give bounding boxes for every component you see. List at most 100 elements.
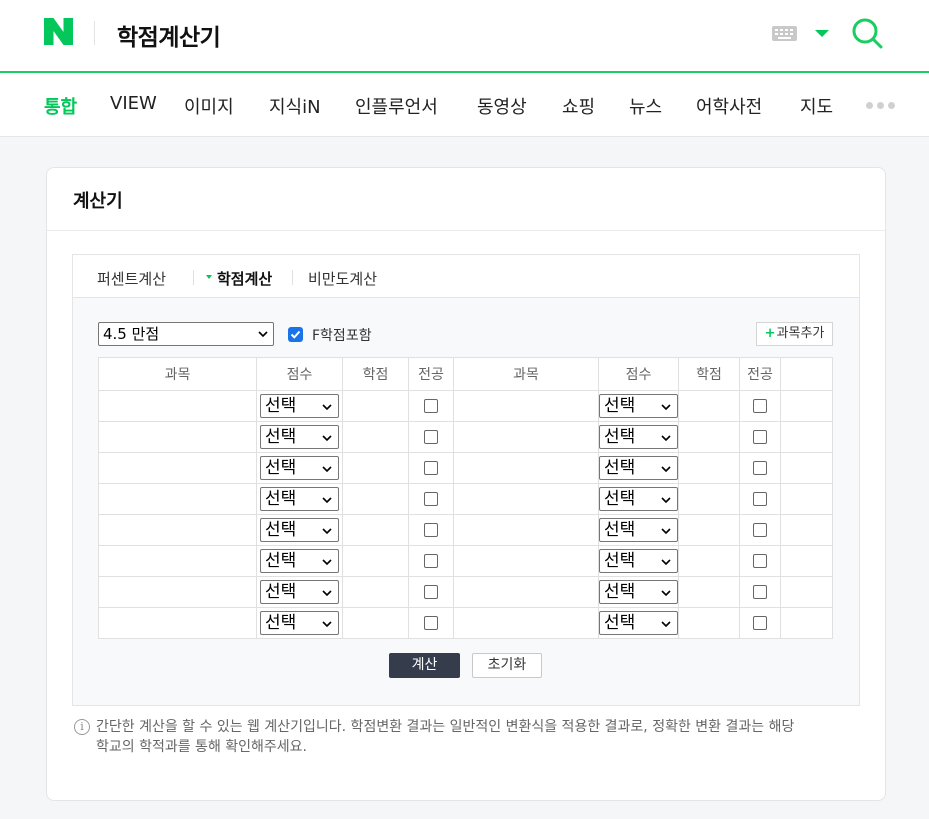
tab-dictionary[interactable]: 어학사전 xyxy=(696,93,762,119)
major-checkbox[interactable] xyxy=(424,492,438,506)
subject-input-cell[interactable] xyxy=(453,421,599,453)
tab-view[interactable]: VIEW xyxy=(110,93,157,114)
subject-input-cell[interactable] xyxy=(98,390,257,422)
subject-input-cell[interactable] xyxy=(98,452,257,484)
search-icon[interactable] xyxy=(851,17,883,49)
grade-select[interactable]: 선택 xyxy=(599,549,678,573)
major-cell xyxy=(739,421,781,453)
subject-input-cell[interactable] xyxy=(453,483,599,515)
major-checkbox[interactable] xyxy=(753,430,767,444)
grade-select[interactable]: 선택 xyxy=(260,549,339,573)
grade-select-value: 선택 xyxy=(265,551,297,571)
grade-select[interactable]: 선택 xyxy=(260,456,339,480)
major-checkbox[interactable] xyxy=(424,585,438,599)
add-subject-button[interactable]: +과목추가 xyxy=(756,322,833,346)
credit-input-cell[interactable] xyxy=(678,483,740,515)
major-checkbox[interactable] xyxy=(753,585,767,599)
credit-input-cell[interactable] xyxy=(678,607,740,639)
credit-input-cell[interactable] xyxy=(678,545,740,577)
credit-input-cell[interactable] xyxy=(678,421,740,453)
search-query-text[interactable]: 학점계산기 xyxy=(117,18,221,52)
major-checkbox[interactable] xyxy=(424,616,438,630)
table-header-row: 과목 점수 학점 전공 과목 점수 학점 전공 xyxy=(98,357,833,391)
grade-scale-select[interactable]: 4.5 만점 xyxy=(98,322,274,346)
credit-input-cell[interactable] xyxy=(342,452,409,484)
tab-percent-calc[interactable]: 퍼센트계산 xyxy=(97,268,166,289)
major-checkbox[interactable] xyxy=(753,616,767,630)
credit-input-cell[interactable] xyxy=(342,390,409,422)
grade-select[interactable]: 선택 xyxy=(260,425,339,449)
subject-input-cell[interactable] xyxy=(453,576,599,608)
tab-news[interactable]: 뉴스 xyxy=(629,93,662,119)
subject-input-cell[interactable] xyxy=(453,607,599,639)
tab-images[interactable]: 이미지 xyxy=(184,93,234,119)
grade-select[interactable]: 선택 xyxy=(599,487,678,511)
major-checkbox[interactable] xyxy=(424,554,438,568)
subject-input-cell[interactable] xyxy=(98,545,257,577)
reset-button[interactable]: 초기화 xyxy=(472,653,542,678)
tab-video[interactable]: 동영상 xyxy=(477,93,527,119)
calculate-button[interactable]: 계산 xyxy=(389,653,460,678)
grade-select[interactable]: 선택 xyxy=(260,580,339,604)
column-header-credit: 학점 xyxy=(342,357,409,391)
grade-select[interactable]: 선택 xyxy=(260,611,339,635)
table-row: 선택 선택 xyxy=(98,514,833,546)
grade-select[interactable]: 선택 xyxy=(599,425,678,449)
more-icon[interactable] xyxy=(866,102,896,110)
major-checkbox[interactable] xyxy=(424,461,438,475)
plus-icon: + xyxy=(764,326,776,341)
grade-select[interactable]: 선택 xyxy=(599,394,678,418)
grade-select[interactable]: 선택 xyxy=(599,580,678,604)
subject-input-cell[interactable] xyxy=(453,514,599,546)
grade-select[interactable]: 선택 xyxy=(260,518,339,542)
grade-select[interactable]: 선택 xyxy=(599,611,678,635)
f-grade-label[interactable]: F학점포함 xyxy=(312,325,372,345)
credit-input-cell[interactable] xyxy=(342,483,409,515)
tab-grade-calc[interactable]: 학점계산 xyxy=(217,268,272,289)
tab-shopping[interactable]: 쇼핑 xyxy=(562,93,595,119)
subject-input-cell[interactable] xyxy=(98,514,257,546)
credit-input-cell[interactable] xyxy=(678,576,740,608)
table-row: 선택 선택 xyxy=(98,452,833,484)
credit-input-cell[interactable] xyxy=(678,514,740,546)
credit-input-cell[interactable] xyxy=(342,607,409,639)
subject-input-cell[interactable] xyxy=(98,576,257,608)
major-checkbox[interactable] xyxy=(424,523,438,537)
major-checkbox[interactable] xyxy=(753,461,767,475)
blank-cell xyxy=(780,483,833,515)
credit-input-cell[interactable] xyxy=(342,576,409,608)
grade-select[interactable]: 선택 xyxy=(599,456,678,480)
subject-input-cell[interactable] xyxy=(98,483,257,515)
active-tab-marker-icon xyxy=(206,275,212,279)
subject-input-cell[interactable] xyxy=(453,390,599,422)
credit-input-cell[interactable] xyxy=(678,390,740,422)
subject-input-cell[interactable] xyxy=(453,545,599,577)
f-grade-checkbox[interactable] xyxy=(288,327,303,342)
subject-input-cell[interactable] xyxy=(98,607,257,639)
keyboard-icon[interactable] xyxy=(772,26,797,41)
major-checkbox[interactable] xyxy=(424,399,438,413)
credit-input-cell[interactable] xyxy=(342,514,409,546)
naver-logo[interactable] xyxy=(44,18,73,45)
grade-select[interactable]: 선택 xyxy=(260,487,339,511)
chevron-down-icon[interactable] xyxy=(815,30,829,37)
tab-integrated[interactable]: 통합 xyxy=(44,93,77,119)
grade-select[interactable]: 선택 xyxy=(599,518,678,542)
subject-input-cell[interactable] xyxy=(98,421,257,453)
grade-select-value: 선택 xyxy=(604,489,636,509)
major-checkbox[interactable] xyxy=(753,492,767,506)
subject-input-cell[interactable] xyxy=(453,452,599,484)
tab-knowledge-in[interactable]: 지식iN xyxy=(269,93,321,119)
tab-bmi-calc[interactable]: 비만도계산 xyxy=(308,268,377,289)
major-checkbox[interactable] xyxy=(753,523,767,537)
grade-select-value: 선택 xyxy=(265,613,297,633)
major-checkbox[interactable] xyxy=(424,430,438,444)
credit-input-cell[interactable] xyxy=(342,545,409,577)
major-checkbox[interactable] xyxy=(753,554,767,568)
major-checkbox[interactable] xyxy=(753,399,767,413)
credit-input-cell[interactable] xyxy=(678,452,740,484)
tab-map[interactable]: 지도 xyxy=(800,93,833,119)
credit-input-cell[interactable] xyxy=(342,421,409,453)
grade-select[interactable]: 선택 xyxy=(260,394,339,418)
tab-influencer[interactable]: 인플루언서 xyxy=(355,93,438,119)
